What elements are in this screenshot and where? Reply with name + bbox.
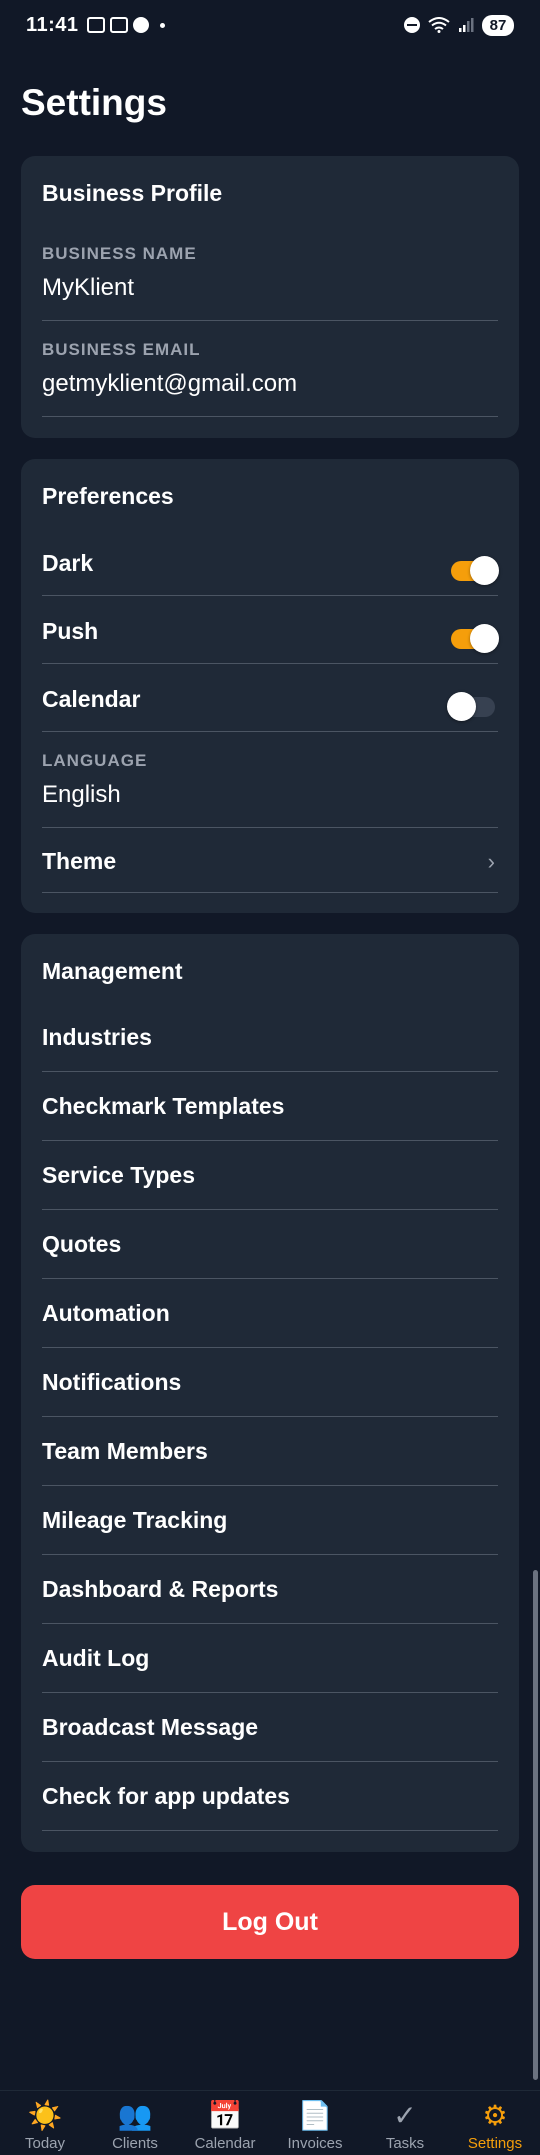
tab-label: Invoices [287, 2135, 343, 2152]
log-out-button[interactable]: Log Out [21, 1885, 519, 1959]
management-item-audit-log[interactable]: Audit Log [42, 1645, 149, 1672]
toggle-knob [470, 624, 499, 653]
tab-calendar[interactable]: 📅 Calendar [180, 2091, 270, 2153]
do-not-disturb-icon [404, 17, 420, 33]
bottom-tab-bar: ☀️ Today 👥 Clients 📅 Calendar 📄 Invoices… [0, 2090, 540, 2155]
notification-icons [86, 17, 165, 33]
wifi-icon [428, 17, 450, 33]
divider [42, 1416, 498, 1417]
theme-row[interactable]: Theme [42, 848, 116, 875]
divider [42, 731, 498, 732]
tab-label: Calendar [194, 2135, 256, 2152]
chevron-right-icon: › [487, 849, 495, 874]
management-item-industries[interactable]: Industries [42, 1024, 152, 1051]
tab-today[interactable]: ☀️ Today [0, 2091, 90, 2153]
divider [42, 1209, 498, 1210]
language-label: LANGUAGE [42, 751, 148, 770]
dark-mode-label: Dark [42, 550, 94, 576]
tab-label: Today [24, 2135, 66, 2152]
cast-icon [109, 17, 128, 33]
divider [42, 663, 498, 664]
management-item-broadcast-message[interactable]: Broadcast Message [42, 1714, 258, 1741]
tab-label: Tasks [385, 2135, 425, 2152]
business-email-label: BUSINESS EMAIL [42, 340, 201, 359]
management-item-automation[interactable]: Automation [42, 1300, 170, 1327]
invoice-icon: 📄 [297, 2100, 333, 2131]
management-item-quotes[interactable]: Quotes [42, 1231, 121, 1258]
calendar-toggle[interactable] [447, 692, 495, 721]
screenshot-icon [86, 17, 105, 33]
divider [42, 595, 498, 596]
business-profile-card: Business Profile BUSINESS NAME MyKlient … [21, 156, 519, 438]
management-item-mileage-tracking[interactable]: Mileage Tracking [42, 1507, 227, 1534]
business-profile-heading: Business Profile [42, 180, 223, 206]
push-toggle[interactable] [451, 624, 499, 653]
tab-settings[interactable]: ⚙ Settings [450, 2091, 540, 2153]
push-label: Push [42, 618, 99, 644]
management-heading: Management [42, 958, 183, 984]
scrollbar[interactable] [533, 1570, 538, 2080]
management-item-service-types[interactable]: Service Types [42, 1162, 195, 1189]
battery-indicator: 87 [482, 14, 514, 36]
business-name-label: BUSINESS NAME [42, 244, 197, 263]
divider [42, 320, 498, 321]
calendar-icon: 📅 [207, 2100, 243, 2131]
tab-label: Clients [112, 2135, 158, 2152]
divider [42, 1554, 498, 1555]
status-bar-left: 11:41 [26, 14, 165, 37]
page-title: Settings [21, 82, 167, 123]
divider [42, 1278, 498, 1279]
dark-mode-toggle[interactable] [451, 556, 499, 585]
divider [42, 1830, 498, 1831]
language-field[interactable]: English [42, 781, 121, 809]
divider [42, 892, 498, 893]
sun-icon: ☀️ [27, 2100, 63, 2131]
gear-icon: ⚙ [482, 2100, 508, 2131]
status-bar-right: 87 [404, 14, 514, 36]
divider [42, 416, 498, 417]
management-item-team-members[interactable]: Team Members [42, 1438, 208, 1465]
management-item-checkmark-templates[interactable]: Checkmark Templates [42, 1093, 284, 1120]
management-item-check-updates[interactable]: Check for app updates [42, 1783, 290, 1810]
divider [42, 1071, 498, 1072]
divider [42, 1140, 498, 1141]
calendar-label: Calendar [42, 686, 141, 712]
management-item-notifications[interactable]: Notifications [42, 1369, 181, 1396]
checkmark-icon: ✓ [393, 2100, 417, 2131]
management-card: Management Industries Checkmark Template… [21, 934, 519, 1852]
status-time: 11:41 [26, 13, 79, 36]
business-name-field[interactable]: MyKlient [42, 274, 134, 302]
toggle-knob [470, 556, 499, 585]
signal-icon [458, 17, 474, 33]
tab-clients[interactable]: 👥 Clients [90, 2091, 180, 2153]
business-email-field[interactable]: getmyklient@gmail.com [42, 370, 297, 398]
more-notifications-dot-icon [159, 22, 165, 28]
preferences-card: Preferences Dark Push Calendar LANGUAGE … [21, 459, 519, 913]
tab-tasks[interactable]: ✓ Tasks [360, 2091, 450, 2153]
tab-invoices[interactable]: 📄 Invoices [270, 2091, 360, 2153]
management-item-dashboard-reports[interactable]: Dashboard & Reports [42, 1576, 278, 1603]
settings-screen: 11:41 87 Settings Business Profile BUSIN… [0, 0, 540, 2155]
soccer-ball-icon [132, 17, 149, 33]
toggle-knob [447, 692, 476, 721]
divider [42, 1623, 498, 1624]
people-icon: 👥 [117, 2100, 153, 2131]
divider [42, 1761, 498, 1762]
preferences-heading: Preferences [42, 483, 174, 509]
tab-label: Settings [467, 2135, 523, 2152]
divider [42, 827, 498, 828]
divider [42, 1347, 498, 1348]
divider [42, 1692, 498, 1693]
divider [42, 1485, 498, 1486]
status-bar: 11:41 87 [0, 0, 540, 50]
